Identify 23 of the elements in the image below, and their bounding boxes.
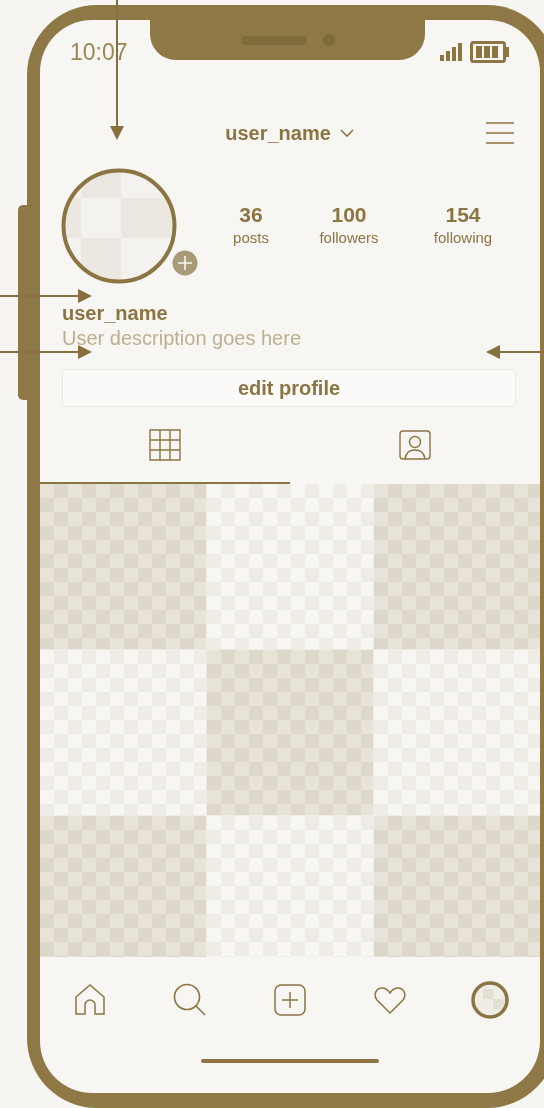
search-icon[interactable]	[173, 983, 207, 1017]
stat-count: 154	[445, 202, 481, 228]
signal-icon	[440, 43, 464, 61]
account-switcher[interactable]: user_name	[225, 121, 355, 145]
profile-avatar[interactable]	[61, 168, 177, 284]
person-tag-icon	[399, 429, 431, 460]
grid-icon	[149, 428, 181, 461]
heart-icon[interactable]	[374, 986, 406, 1014]
profile-description: User description goes here	[62, 326, 301, 351]
add-post-icon[interactable]	[274, 984, 306, 1016]
stat-label: followers	[319, 228, 379, 248]
caret-icon	[338, 128, 355, 138]
battery-icon	[470, 41, 510, 63]
profile-name: user_name	[62, 301, 168, 325]
stat-count: 100	[331, 202, 367, 228]
add-photo-icon[interactable]	[172, 250, 198, 276]
profile-avatar-icon[interactable]	[471, 981, 509, 1019]
menu-icon[interactable]	[485, 121, 515, 145]
home-icon[interactable]	[74, 984, 106, 1016]
stat-label: following	[433, 228, 493, 248]
stat-label: posts	[233, 228, 269, 248]
edit-profile-button[interactable]: edit profile	[62, 369, 516, 407]
stat-count: 36	[239, 202, 263, 228]
